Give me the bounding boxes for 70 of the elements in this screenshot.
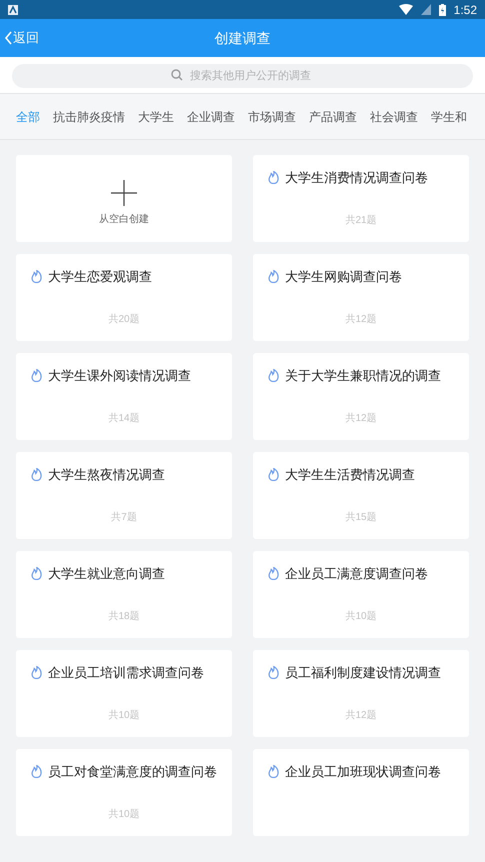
app-notification-icon [8, 4, 18, 14]
question-count: 共21题 [345, 214, 377, 228]
template-card[interactable]: 大学生生活费情况调查 共15题 [253, 452, 469, 539]
template-title: 大学生消费情况调查问卷 [285, 169, 428, 187]
category-tab[interactable]: 抗击肺炎疫情 [53, 108, 125, 126]
template-card[interactable]: 大学生就业意向调查 共18题 [16, 551, 232, 638]
template-card[interactable]: 大学生网购调查问卷 共12题 [253, 254, 469, 341]
category-tab[interactable]: 大学生 [138, 108, 174, 126]
flame-icon [268, 567, 279, 580]
template-title: 大学生熬夜情况调查 [48, 466, 165, 484]
clock-time: 1:52 [454, 2, 477, 18]
battery-icon [438, 4, 446, 16]
flame-icon [31, 270, 42, 284]
chevron-left-icon [4, 30, 13, 45]
flame-icon [268, 666, 279, 680]
create-blank-card[interactable]: 从空白创建 [16, 155, 232, 242]
flame-icon [31, 468, 42, 482]
question-count: 共7题 [111, 510, 137, 524]
template-card[interactable]: 大学生熬夜情况调查 共7题 [16, 452, 232, 539]
category-tab[interactable]: 企业调查 [187, 108, 235, 126]
template-title: 大学生课外阅读情况调查 [48, 367, 191, 385]
template-title: 大学生就业意向调查 [48, 565, 165, 583]
template-card[interactable]: 企业员工加班现状调查问卷 [253, 749, 469, 836]
template-card[interactable]: 关于大学生兼职情况的调查 共12题 [253, 353, 469, 440]
plus-icon [111, 180, 137, 206]
flame-icon [31, 567, 42, 580]
page-title: 创建调查 [214, 28, 270, 48]
card-label: 从空白创建 [99, 212, 149, 227]
question-count: 共12题 [345, 412, 377, 426]
flame-icon [268, 765, 279, 778]
category-tab[interactable]: 社会调查 [370, 108, 418, 126]
template-title: 大学生生活费情况调查 [285, 466, 415, 484]
template-card[interactable]: 大学生课外阅读情况调查 共14题 [16, 353, 232, 440]
template-card[interactable]: 员工福利制度建设情况调查 共12题 [253, 650, 469, 737]
flame-icon [31, 765, 42, 778]
template-card[interactable]: 大学生消费情况调查问卷 共21题 [253, 155, 469, 242]
question-count: 共10题 [108, 708, 140, 722]
flame-icon [31, 369, 42, 382]
question-count: 共14题 [108, 412, 140, 426]
search-field[interactable]: 搜索其他用户公开的调查 [12, 64, 473, 88]
category-tab[interactable]: 市场调查 [248, 108, 296, 126]
template-card[interactable]: 企业员工满意度调查问卷 共10题 [253, 551, 469, 638]
template-title: 员工对食堂满意度的调查问卷 [48, 763, 217, 781]
category-tab[interactable]: 产品调查 [309, 108, 357, 126]
template-card[interactable]: 大学生恋爱观调查 共20题 [16, 254, 232, 341]
question-count: 共18题 [108, 610, 140, 624]
flame-icon [31, 666, 42, 680]
template-card[interactable]: 企业员工培训需求调查问卷 共10题 [16, 650, 232, 737]
question-count: 共12题 [345, 312, 377, 326]
question-count: 共12题 [345, 708, 377, 722]
template-title: 大学生网购调查问卷 [285, 268, 402, 286]
template-title: 企业员工加班现状调查问卷 [285, 763, 441, 781]
search-icon [171, 69, 183, 81]
template-title: 企业员工培训需求调查问卷 [48, 664, 204, 682]
flame-icon [268, 171, 279, 184]
template-title: 员工福利制度建设情况调查 [285, 664, 441, 682]
question-count: 共10题 [108, 808, 140, 822]
template-title: 企业员工满意度调查问卷 [285, 565, 428, 583]
template-title: 大学生恋爱观调查 [48, 268, 152, 286]
wifi-icon [398, 4, 413, 15]
no-signal-icon [420, 4, 431, 15]
question-count: 共10题 [345, 610, 377, 624]
question-count: 共15题 [345, 510, 377, 524]
template-title: 关于大学生兼职情况的调查 [285, 367, 441, 385]
flame-icon [268, 468, 279, 482]
category-tab[interactable]: 学生和 [431, 108, 467, 126]
question-count: 共20题 [108, 312, 140, 326]
template-card[interactable]: 员工对食堂满意度的调查问卷 共10题 [16, 749, 232, 836]
flame-icon [268, 369, 279, 382]
flame-icon [268, 270, 279, 284]
